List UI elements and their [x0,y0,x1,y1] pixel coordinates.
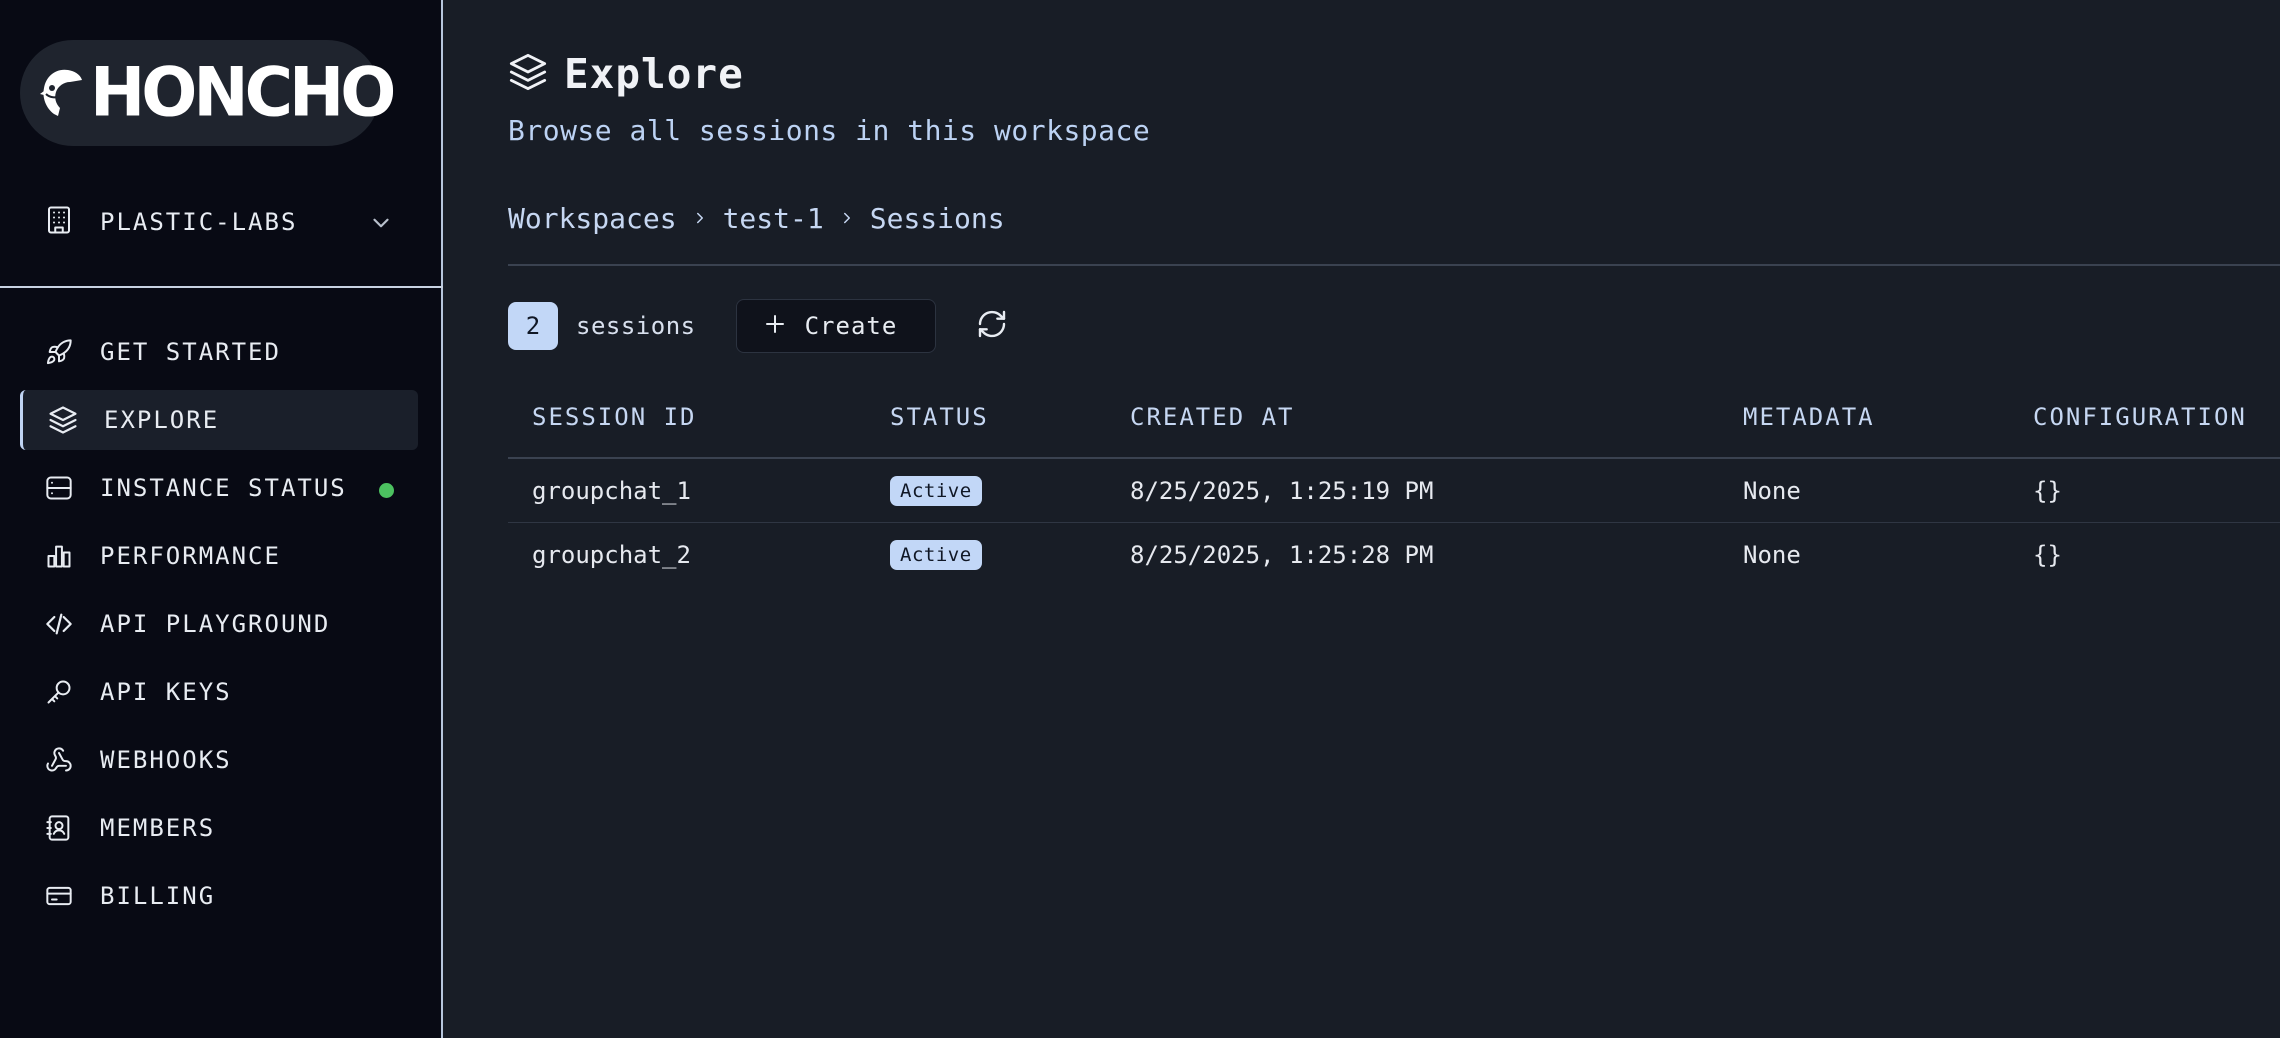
created-at-cell: 8/25/2025, 1:25:28 PM [1130,541,1434,569]
webhook-icon [44,745,74,775]
layers-icon [48,405,78,435]
toolbar: 2 sessions Create [508,299,1010,353]
status-badge: Active [890,540,982,570]
nav-label: API KEYS [100,678,232,706]
workspace-name: PLASTIC-LABS [100,208,298,236]
configuration-cell: {} [2033,476,2062,505]
nav-label: GET STARTED [100,338,281,366]
refresh-button[interactable] [974,308,1010,344]
nav-item-webhooks[interactable]: WEBHOOKS [20,730,418,790]
server-icon [44,473,74,503]
bar-chart-icon [44,541,74,571]
breadcrumb-workspace[interactable]: test-1 [723,202,824,235]
column-header-session-id[interactable]: SESSION ID [532,381,697,453]
table-row[interactable]: groupchat_2 Active 8/25/2025, 1:25:28 PM… [508,523,2280,587]
status-cell: Active [890,523,982,587]
chevron-down-icon[interactable] [368,210,394,240]
nav-item-performance[interactable]: PERFORMANCE [20,526,418,586]
session-count-label: sessions [576,312,696,340]
column-header-status[interactable]: STATUS [890,381,989,453]
nav-label: API PLAYGROUND [100,610,331,638]
sidebar: HONCHO PLASTIC-LABS GET STARTED EXPLORE … [0,0,443,1038]
layers-icon [508,52,548,96]
credit-card-icon [44,881,74,911]
chevron-right-icon [691,204,709,234]
nav-label: BILLING [100,882,216,910]
code-icon [44,609,74,639]
refresh-icon [976,308,1008,344]
plus-icon [763,312,787,340]
status-cell: Active [890,459,982,522]
status-badge: Active [890,475,982,506]
nav-item-explore[interactable]: EXPLORE [20,390,418,450]
nav-item-api-keys[interactable]: API KEYS [20,662,418,722]
metadata-cell: None [1743,476,1801,505]
table-header: SESSION ID STATUS CREATED AT METADATA CO… [508,385,2280,459]
configuration-cell: {} [2033,541,2062,569]
logo[interactable]: HONCHO [20,40,396,146]
sidebar-nav: GET STARTED EXPLORE INSTANCE STATUS PERF… [20,322,418,934]
breadcrumb-sessions: Sessions [869,202,1005,235]
nav-item-api-playground[interactable]: API PLAYGROUND [20,594,418,654]
chevron-right-icon [838,204,856,234]
building-icon [44,205,74,239]
logo-text: HONCHO [90,53,396,132]
workspace-selector[interactable]: PLASTIC-LABS [44,202,394,242]
nav-label: EXPLORE [104,406,220,434]
breadcrumb: Workspaces test-1 Sessions [508,202,1005,235]
rocket-icon [44,337,74,367]
create-session-button[interactable]: Create [735,299,936,353]
create-label: Create [804,312,898,340]
honcho-mascot-icon [38,64,88,122]
column-header-configuration[interactable]: CONFIGURATION [2033,381,2247,453]
nav-item-billing[interactable]: BILLING [20,866,418,926]
status-online-dot [379,483,394,498]
session-id-cell[interactable]: groupchat_1 [532,459,691,522]
page-subtitle: Browse all sessions in this workspace [508,114,1151,147]
nav-label: PERFORMANCE [100,542,281,570]
sessions-table: SESSION ID STATUS CREATED AT METADATA CO… [508,385,2280,587]
breadcrumb-workspaces[interactable]: Workspaces [508,202,677,235]
header-divider [508,264,2280,266]
contact-book-icon [44,813,74,843]
nav-label: MEMBERS [100,814,216,842]
column-header-created-at[interactable]: CREATED AT [1130,381,1295,453]
key-icon [44,677,74,707]
nav-label: INSTANCE STATUS [100,474,347,502]
page-title: Explore [564,50,744,98]
created-at-cell: 8/25/2025, 1:25:19 PM [1130,476,1434,505]
session-count-badge: 2 [508,302,558,350]
nav-item-get-started[interactable]: GET STARTED [20,322,418,382]
sidebar-divider [0,286,443,288]
table-row[interactable]: groupchat_1 Active 8/25/2025, 1:25:19 PM… [508,459,2280,523]
nav-item-members[interactable]: MEMBERS [20,798,418,858]
column-header-metadata[interactable]: METADATA [1743,381,1875,453]
page-header: Explore [508,50,744,98]
nav-label: WEBHOOKS [100,746,232,774]
nav-item-instance-status[interactable]: INSTANCE STATUS [20,458,418,518]
app-window: HONCHO PLASTIC-LABS GET STARTED EXPLORE … [0,0,2280,1038]
main-content: Explore Browse all sessions in this work… [445,0,2280,1038]
metadata-cell: None [1743,541,1801,569]
session-id-cell[interactable]: groupchat_2 [532,523,691,587]
